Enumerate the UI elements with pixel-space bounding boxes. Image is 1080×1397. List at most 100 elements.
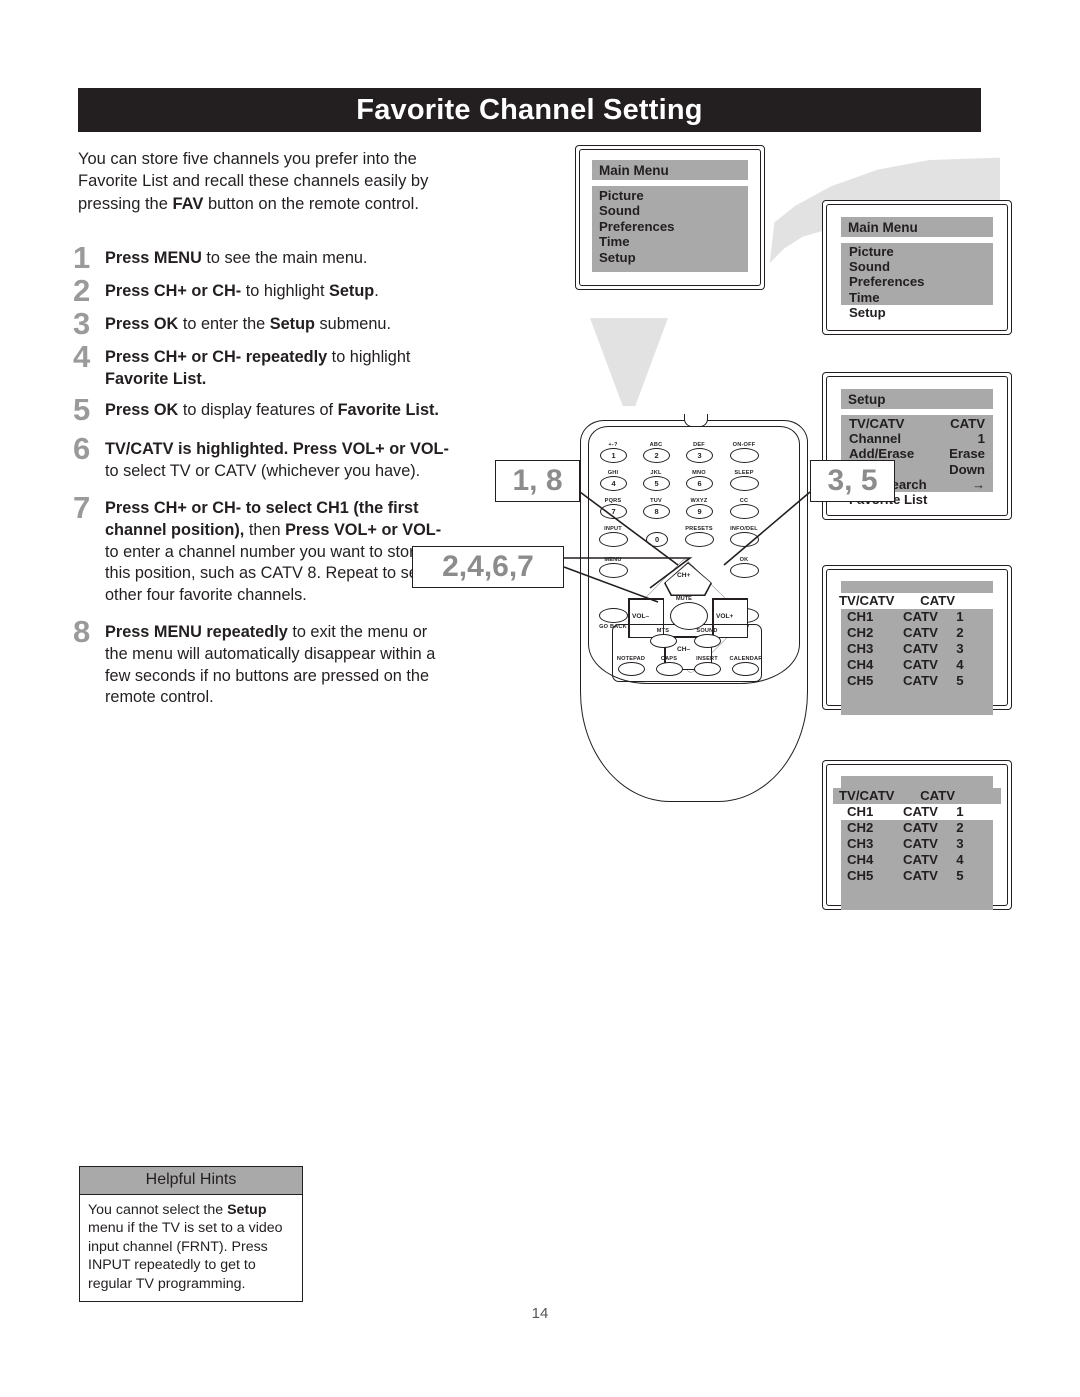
cell-number: 5: [956, 868, 964, 883]
step-number: 6: [73, 431, 91, 467]
tv-screen-inner: Main Menu Picture Sound Preferences Time…: [579, 149, 761, 286]
input-button[interactable]: [599, 532, 628, 547]
cell-channel-slot: CH3: [847, 641, 874, 656]
header-col-tv-catv: TV/CATV: [839, 593, 895, 608]
notepad-button[interactable]: [618, 662, 645, 676]
osd-item-setup-highlighted[interactable]: Setup: [841, 304, 993, 321]
tv-screen-inner: TV/CATV CATV CH1 CATV 1 CH2 CATV 2 CH3 C…: [826, 764, 1008, 910]
step-7: 7 Press CH+ or CH- to select CH1 (the fi…: [73, 492, 453, 606]
key-0-button[interactable]: 0: [646, 532, 668, 547]
cell-channel-slot: CH4: [847, 852, 874, 867]
step-body: Press CH+ or CH- repeatedly to highlight…: [105, 348, 411, 388]
go-back-button[interactable]: [599, 608, 628, 623]
cell-source: CATV: [903, 852, 938, 867]
vol-up-label: VOL+: [716, 613, 734, 620]
instruction-steps: 1 Press MENU to see the main menu. 2 Pre…: [73, 242, 453, 718]
cell-number: 2: [956, 625, 964, 640]
osd-title: Setup: [841, 389, 993, 409]
key-3-button[interactable]: 3: [686, 448, 713, 463]
step-3: 3 Press OK to enter the Setup submenu.: [73, 308, 453, 339]
key-1-button[interactable]: 1: [600, 448, 627, 463]
favorite-list-header[interactable]: TV/CATV CATV: [833, 788, 1001, 804]
osd-item-preferences[interactable]: Preferences: [841, 274, 993, 289]
osd-item-sound[interactable]: Sound: [841, 259, 993, 274]
table-row[interactable]: CH2 CATV 2: [841, 625, 993, 641]
cell-channel-slot: CH1: [847, 804, 874, 819]
table-row[interactable]: CH5 CATV 5: [841, 673, 993, 689]
cell-number: 3: [956, 836, 964, 851]
tv-screen-main-menu-2: Main Menu Picture Sound Preferences Time…: [822, 200, 1012, 335]
step-number: 7: [73, 490, 91, 526]
table-row[interactable]: CH2 CATV 2: [841, 820, 993, 836]
cell-channel-slot: CH4: [847, 657, 874, 672]
osd-item-picture[interactable]: Picture: [841, 244, 993, 259]
table-row[interactable]: CH5 CATV 5: [841, 868, 993, 884]
osd-item-picture[interactable]: Picture: [599, 188, 741, 203]
osd-row-tv-catv[interactable]: TV/CATV CATV: [841, 416, 993, 431]
callout-nav-steps: 2,4,6,7: [412, 546, 564, 588]
cell-number: 1: [956, 804, 964, 819]
calendar-button[interactable]: [732, 662, 759, 676]
osd-item-time[interactable]: Time: [841, 290, 993, 305]
cell-channel-slot: CH1: [847, 609, 874, 624]
step-8: 8 Press MENU repeatedly to exit the menu…: [73, 616, 453, 708]
osd-row-channel[interactable]: Channel 1: [841, 431, 993, 446]
table-row[interactable]: CH4 CATV 4: [841, 657, 993, 673]
key-6-button[interactable]: 6: [686, 476, 713, 491]
osd-item-setup[interactable]: Setup: [599, 250, 741, 265]
header-col-tv-catv: TV/CATV: [839, 788, 895, 803]
step-number: 4: [73, 339, 91, 374]
osd-title: Main Menu: [841, 217, 993, 237]
table-row-highlighted[interactable]: CH1 CATV 1: [841, 804, 993, 820]
step-number: 1: [73, 240, 91, 275]
favorite-list-header-highlighted[interactable]: TV/CATV CATV: [833, 593, 1001, 609]
presets-button[interactable]: [685, 532, 714, 547]
caps-button[interactable]: [656, 662, 683, 676]
header-col-catv: CATV: [920, 593, 956, 608]
table-row[interactable]: CH3 CATV 3: [841, 836, 993, 852]
key-4-button[interactable]: 4: [600, 476, 627, 491]
vol-down-label: VOL–: [632, 613, 650, 620]
info-del-button[interactable]: [730, 532, 759, 547]
key-8-button[interactable]: 8: [643, 504, 670, 519]
step-2: 2 Press CH+ or CH- to highlight Setup.: [73, 275, 453, 306]
sound-button[interactable]: [694, 634, 721, 648]
remote-control-illustration: +-? 1 ABC 2 DEF 3 ON-OFF GHI 4 JKL 5 MNO…: [580, 412, 810, 812]
step-number: 8: [73, 614, 91, 650]
osd-item-preferences[interactable]: Preferences: [599, 219, 741, 234]
ch-down-label: CH–: [677, 646, 691, 653]
step-4: 4 Press CH+ or CH- repeatedly to highlig…: [73, 341, 453, 390]
osd-row-label: TV/CATV: [849, 416, 905, 431]
key-2-button[interactable]: 2: [643, 448, 670, 463]
insert-button[interactable]: [694, 662, 721, 676]
page-number: 14: [531, 1305, 549, 1322]
table-row[interactable]: CH4 CATV 4: [841, 852, 993, 868]
key-9-button[interactable]: 9: [686, 504, 713, 519]
helpful-hints-text: You cannot select the Setup menu if the …: [88, 1202, 283, 1292]
cc-button[interactable]: [730, 504, 759, 519]
step-body: Press OK to display features of Favorite…: [105, 401, 439, 420]
key-5-button[interactable]: 5: [643, 476, 670, 491]
cell-channel-slot: CH3: [847, 836, 874, 851]
step-5: 5 Press OK to display features of Favori…: [73, 394, 453, 425]
mute-button[interactable]: [670, 602, 708, 630]
menu-button[interactable]: [599, 563, 628, 578]
key-7-button[interactable]: 7: [600, 504, 627, 519]
table-row[interactable]: CH3 CATV 3: [841, 641, 993, 657]
mts-button[interactable]: [650, 634, 677, 648]
callout-ok-steps: 3, 5: [810, 460, 895, 502]
cell-number: 3: [956, 641, 964, 656]
cell-number: 4: [956, 657, 964, 672]
page-title-bar: Favorite Channel Setting: [78, 88, 981, 132]
connector-cone-shape: [590, 318, 668, 406]
sleep-button[interactable]: [730, 476, 759, 491]
on-off-button[interactable]: [730, 448, 759, 463]
osd-item-sound[interactable]: Sound: [599, 203, 741, 218]
osd-item-time[interactable]: Time: [599, 234, 741, 249]
cell-source: CATV: [903, 609, 938, 624]
intro-paragraph: You can store five channels you prefer i…: [78, 148, 450, 215]
ch-up-button[interactable]: [664, 562, 712, 596]
step-number: 2: [73, 273, 91, 308]
table-row[interactable]: CH1 CATV 1: [841, 609, 993, 625]
cell-source: CATV: [903, 657, 938, 672]
